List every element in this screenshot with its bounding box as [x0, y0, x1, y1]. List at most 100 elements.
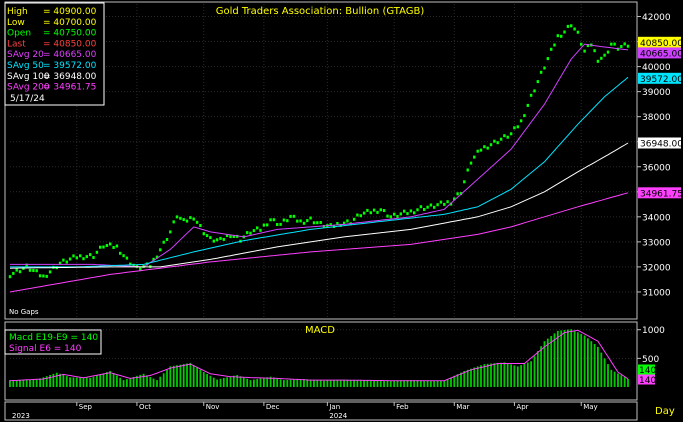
- price-point: [503, 134, 506, 138]
- macd-bar: [152, 378, 155, 387]
- macd-bar: [106, 372, 108, 387]
- macd-bar: [253, 379, 255, 387]
- price-point: [556, 34, 559, 38]
- price-point: [272, 218, 276, 222]
- macd-bar: [363, 380, 365, 387]
- price-point: [172, 220, 175, 224]
- macd-bar: [259, 378, 262, 387]
- price-point: [205, 234, 209, 238]
- macd-bar: [413, 380, 416, 387]
- macd-bar: [510, 364, 512, 387]
- price-point: [215, 238, 219, 242]
- macd-bar: [102, 373, 105, 387]
- price-point: [28, 268, 32, 272]
- price-point: [543, 66, 546, 70]
- macd-bar: [22, 379, 25, 387]
- price-point: [553, 43, 556, 47]
- macd-bar: [483, 364, 486, 387]
- macd-bar: [496, 362, 499, 387]
- macd-bar: [580, 333, 583, 387]
- macd-bar: [366, 380, 369, 387]
- price-point: [356, 213, 359, 217]
- price-point: [316, 221, 319, 225]
- price-point: [35, 269, 38, 273]
- price-point: [252, 229, 256, 233]
- price-point: [359, 214, 362, 218]
- macd-bar: [69, 377, 71, 387]
- macd-bar: [266, 377, 269, 387]
- macd-bar: [273, 377, 275, 387]
- macd-bar: [276, 378, 279, 387]
- price-point: [456, 192, 459, 196]
- price-point: [256, 226, 259, 230]
- price-point: [8, 275, 12, 279]
- macd-bar: [239, 376, 242, 387]
- price-point: [610, 42, 613, 46]
- macd-bar: [25, 379, 28, 387]
- macd-bar: [386, 380, 389, 387]
- macd-bar: [172, 365, 175, 387]
- macd-bar: [567, 329, 569, 387]
- price-point: [479, 148, 483, 152]
- macd-legend-macd: Macd E19-E9 = 140: [9, 333, 98, 343]
- price-point: [613, 42, 616, 46]
- price-point: [82, 257, 85, 261]
- macd-bar: [426, 380, 429, 387]
- price-point: [68, 257, 72, 261]
- macd-bar: [443, 380, 446, 387]
- info-row-label: SAvg 50: [7, 61, 44, 71]
- macd-bar: [212, 377, 215, 387]
- price-point: [419, 205, 423, 209]
- macd-bar: [82, 377, 85, 387]
- macd-bar: [232, 375, 235, 387]
- macd-bar: [420, 380, 422, 387]
- price-point: [596, 59, 600, 63]
- price-point: [413, 211, 416, 215]
- macd-bar: [373, 380, 375, 387]
- price-point: [286, 219, 289, 223]
- info-row-value: = 36948.00: [43, 72, 97, 82]
- macd-bar: [176, 365, 178, 387]
- macd-bar: [526, 362, 529, 387]
- macd-bar: [206, 374, 208, 387]
- price-point: [246, 231, 249, 235]
- price-point: [539, 70, 543, 74]
- x-tick-label: Apr: [516, 403, 528, 411]
- price-point: [276, 223, 279, 226]
- price-point: [389, 215, 392, 219]
- macd-bar: [607, 364, 609, 387]
- macd-bar: [92, 376, 95, 387]
- macd-bar: [506, 363, 509, 387]
- info-row-label: High: [7, 7, 28, 17]
- price-chart: 3100032000330003400035000360003700038000…: [4, 1, 683, 421]
- price-point: [48, 270, 52, 274]
- price-point: [319, 221, 322, 224]
- macd-bar: [430, 380, 432, 387]
- macd-bar: [112, 373, 115, 387]
- price-point: [192, 217, 195, 221]
- macd-bar: [486, 363, 489, 387]
- macd-bar: [242, 377, 245, 387]
- macd-bar: [32, 379, 35, 387]
- macd-bar: [349, 379, 352, 387]
- price-point: [199, 224, 202, 227]
- macd-y-tick-label: 1000: [642, 326, 665, 336]
- price-point: [99, 245, 102, 249]
- macd-bar: [182, 364, 185, 387]
- info-row-label: Low: [7, 18, 25, 28]
- macd-bar: [610, 369, 613, 387]
- macd-bar: [19, 379, 21, 387]
- macd-bar: [333, 380, 335, 387]
- price-point: [560, 34, 563, 38]
- price-point: [12, 271, 15, 275]
- price-point: [346, 219, 349, 223]
- price-point: [296, 219, 299, 223]
- macd-bar: [146, 375, 148, 387]
- macd-bar: [463, 371, 466, 387]
- price-point: [209, 236, 212, 240]
- macd-bar: [383, 380, 385, 387]
- macd-bar: [620, 375, 623, 387]
- price-point: [466, 168, 469, 172]
- macd-bar: [570, 329, 573, 387]
- macd-bar: [343, 379, 345, 387]
